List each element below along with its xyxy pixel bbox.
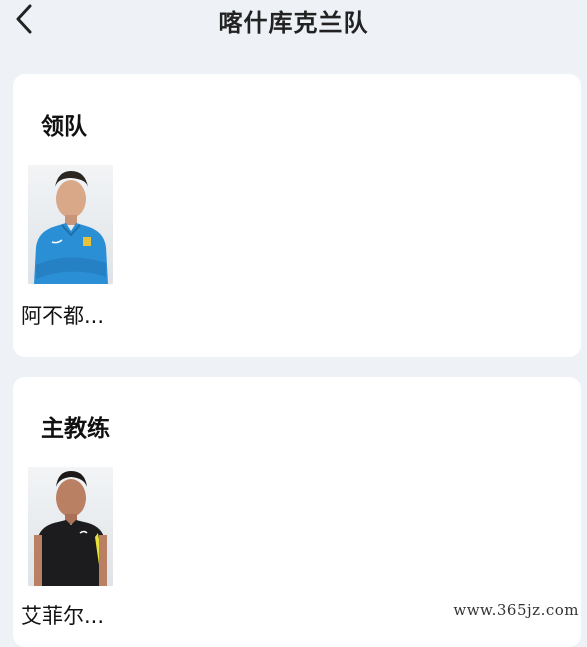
staff-item-team-leader[interactable]: 阿不都...	[21, 165, 118, 328]
staff-name: 阿不都...	[21, 304, 105, 328]
team-leader-card: 领队 阿不都...	[13, 74, 581, 357]
player-photo	[28, 467, 113, 586]
section-title-team-leader: 领队	[41, 114, 87, 140]
staff-name: 艾菲尔...	[21, 604, 105, 628]
staff-item-head-coach[interactable]: 艾菲尔...	[21, 467, 118, 628]
watermark: www.365jz.com	[453, 601, 579, 619]
page-title: 喀什库克兰队	[218, 9, 369, 37]
top-nav-bar: 喀什库克兰队	[0, 0, 587, 44]
section-title-head-coach: 主教练	[41, 416, 110, 442]
player-photo	[28, 165, 113, 284]
